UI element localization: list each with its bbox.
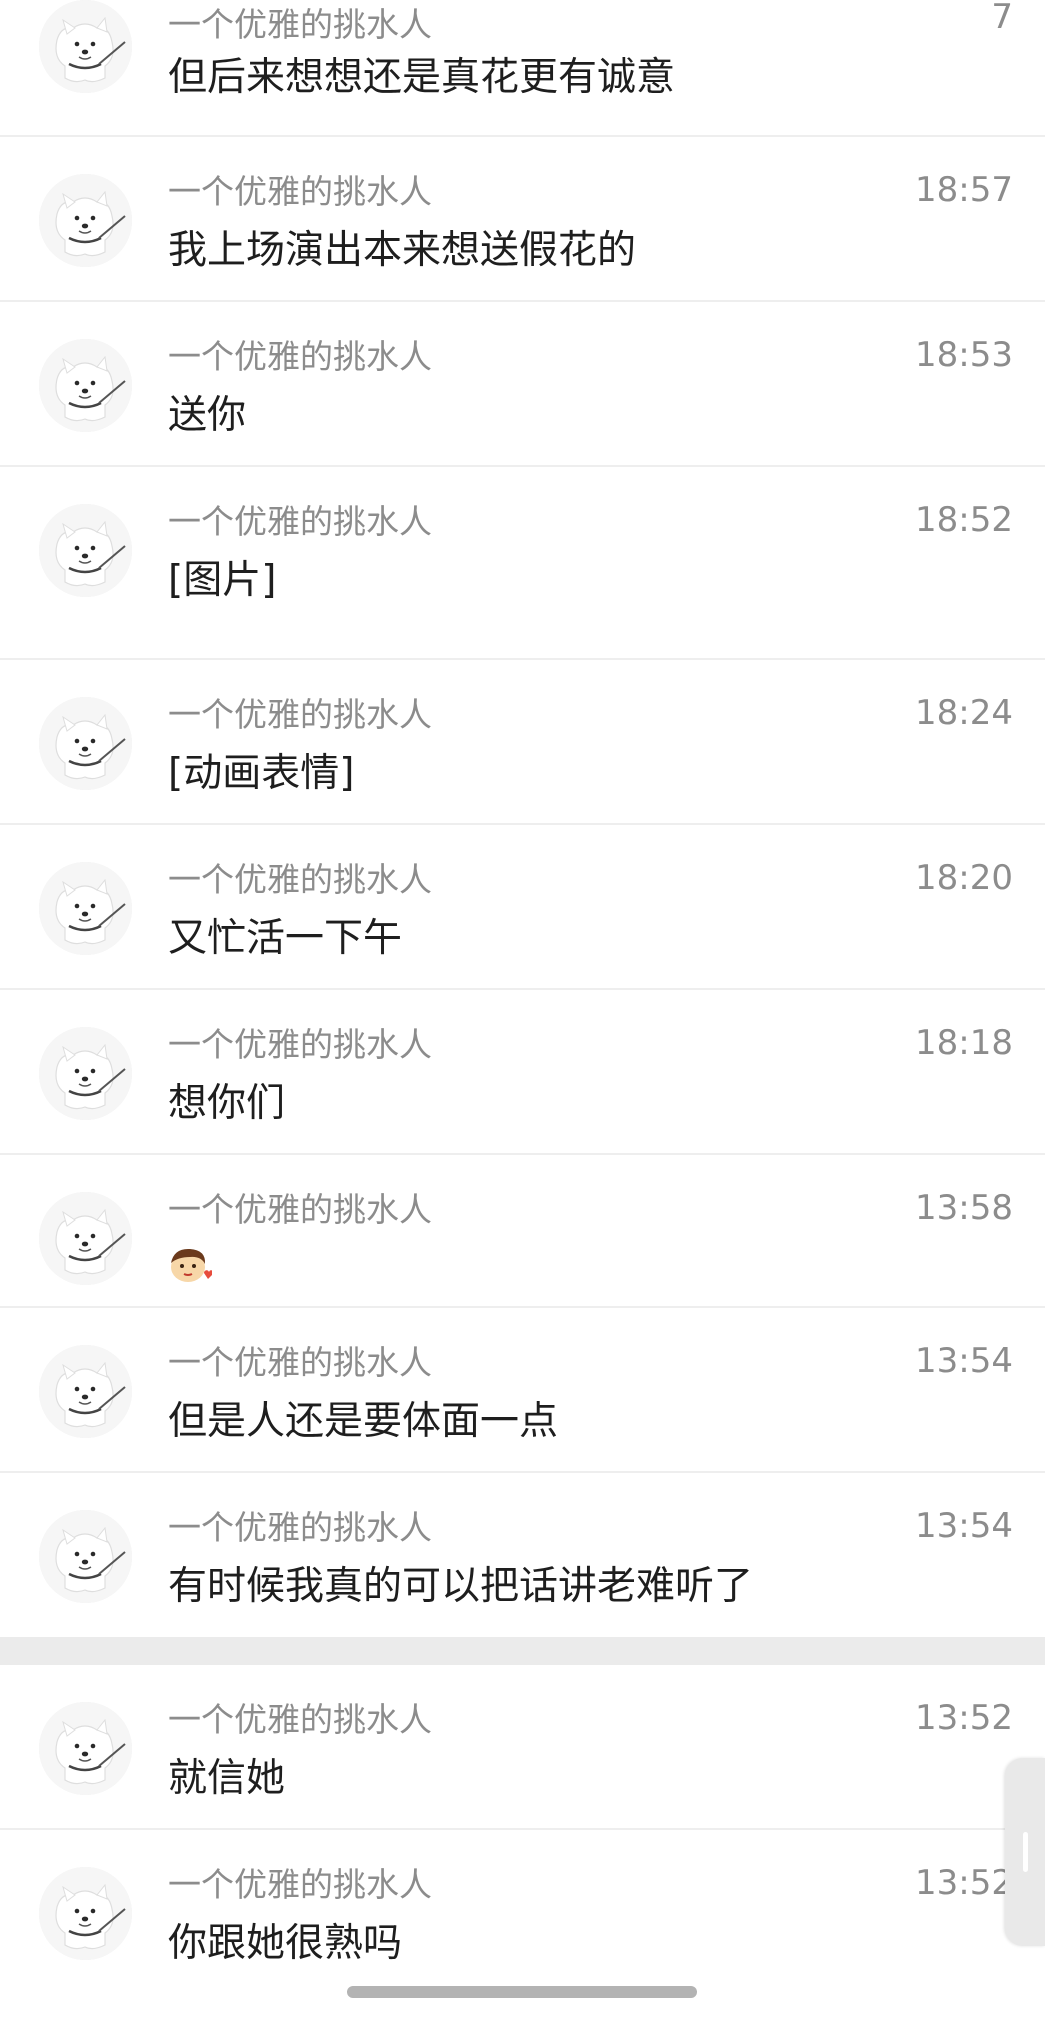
- message-row[interactable]: 一个优雅的挑水人 你跟她很熟吗 13:52: [0, 1830, 1045, 1995]
- message-time: 13:54: [915, 1341, 1013, 1381]
- samoyed-avatar-icon[interactable]: [39, 339, 132, 432]
- message-row[interactable]: 一个优雅的挑水人 送你 18:53: [0, 302, 1045, 467]
- message-time: 18:18: [915, 1023, 1013, 1063]
- message-time: 18:53: [915, 335, 1013, 375]
- samoyed-avatar-icon[interactable]: [39, 1702, 132, 1795]
- sender-name: 一个优雅的挑水人: [168, 172, 432, 211]
- message-row[interactable]: 一个优雅的挑水人 又忙活一下午 18:20: [0, 825, 1045, 990]
- side-scroll-handle[interactable]: [1005, 1758, 1045, 1946]
- message-text: 你跟她很熟吗: [168, 1921, 403, 1966]
- sender-name: 一个优雅的挑水人: [168, 5, 432, 44]
- message-time: 13:52: [915, 1863, 1013, 1903]
- samoyed-avatar-icon[interactable]: [39, 1027, 132, 1120]
- message-text: 就信她: [168, 1756, 286, 1801]
- message-row[interactable]: 一个优雅的挑水人 [图片] 18:52: [0, 467, 1045, 660]
- sender-name: 一个优雅的挑水人: [168, 1025, 432, 1064]
- sender-name: 一个优雅的挑水人: [168, 1700, 432, 1739]
- samoyed-avatar-icon[interactable]: [39, 0, 132, 93]
- message-row[interactable]: 一个优雅的挑水人 想你们 18:18: [0, 990, 1045, 1155]
- message-text: 我上场演出本来想送假花的: [168, 228, 637, 273]
- message-list: 一个优雅的挑水人 但后来想想还是真花更有诚意 7 一个优雅的挑水人 我上场演出本…: [0, 0, 1045, 1995]
- section-divider: [0, 1637, 1045, 1665]
- message-text: 但后来想想还是真花更有诚意: [168, 55, 676, 100]
- message-time: 18:52: [915, 500, 1013, 540]
- samoyed-avatar-icon[interactable]: [39, 697, 132, 790]
- samoyed-avatar-icon[interactable]: [39, 504, 132, 597]
- message-text: 想你们: [168, 1081, 286, 1126]
- sender-name: 一个优雅的挑水人: [168, 1343, 432, 1382]
- message-time: 13:58: [915, 1188, 1013, 1228]
- samoyed-avatar-icon[interactable]: [39, 174, 132, 267]
- message-time: 18:20: [915, 858, 1013, 898]
- home-indicator[interactable]: [347, 1986, 697, 1998]
- message-time: 18:24: [915, 693, 1013, 733]
- message-text: 送你: [168, 393, 247, 438]
- message-row[interactable]: 一个优雅的挑水人 有时候我真的可以把话讲老难听了 13:54: [0, 1473, 1045, 1637]
- message-row[interactable]: 一个优雅的挑水人 13:58: [0, 1155, 1045, 1308]
- message-text: 有时候我真的可以把话讲老难听了: [168, 1564, 754, 1609]
- sender-name: 一个优雅的挑水人: [168, 1508, 432, 1547]
- message-row[interactable]: 一个优雅的挑水人 但后来想想还是真花更有诚意 7: [0, 0, 1045, 137]
- message-text: [动画表情]: [168, 751, 355, 796]
- samoyed-avatar-icon[interactable]: [39, 1192, 132, 1285]
- sender-name: 一个优雅的挑水人: [168, 1190, 432, 1229]
- sender-name: 一个优雅的挑水人: [168, 502, 432, 541]
- message-row[interactable]: 一个优雅的挑水人 但是人还是要体面一点 13:54: [0, 1308, 1045, 1473]
- samoyed-avatar-icon[interactable]: [39, 1510, 132, 1603]
- samoyed-avatar-icon[interactable]: [39, 1345, 132, 1438]
- message-text: 但是人还是要体面一点: [168, 1399, 559, 1444]
- message-time: 7: [991, 0, 1013, 37]
- sender-name: 一个优雅的挑水人: [168, 337, 432, 376]
- emoji-face-kiss-icon: [171, 1248, 212, 1282]
- message-time: 13:54: [915, 1506, 1013, 1546]
- sender-name: 一个优雅的挑水人: [168, 860, 432, 899]
- sender-name: 一个优雅的挑水人: [168, 695, 432, 734]
- samoyed-avatar-icon[interactable]: [39, 1867, 132, 1960]
- message-text: 又忙活一下午: [168, 916, 403, 961]
- message-text: [图片]: [168, 558, 277, 603]
- message-row[interactable]: 一个优雅的挑水人 就信她 13:52: [0, 1665, 1045, 1830]
- message-row[interactable]: 一个优雅的挑水人 我上场演出本来想送假花的 18:57: [0, 137, 1045, 302]
- sender-name: 一个优雅的挑水人: [168, 1865, 432, 1904]
- message-time: 18:57: [915, 170, 1013, 210]
- message-time: 13:52: [915, 1698, 1013, 1738]
- message-row[interactable]: 一个优雅的挑水人 [动画表情] 18:24: [0, 660, 1045, 825]
- scroll-grip-icon: [1023, 1832, 1028, 1872]
- samoyed-avatar-icon[interactable]: [39, 862, 132, 955]
